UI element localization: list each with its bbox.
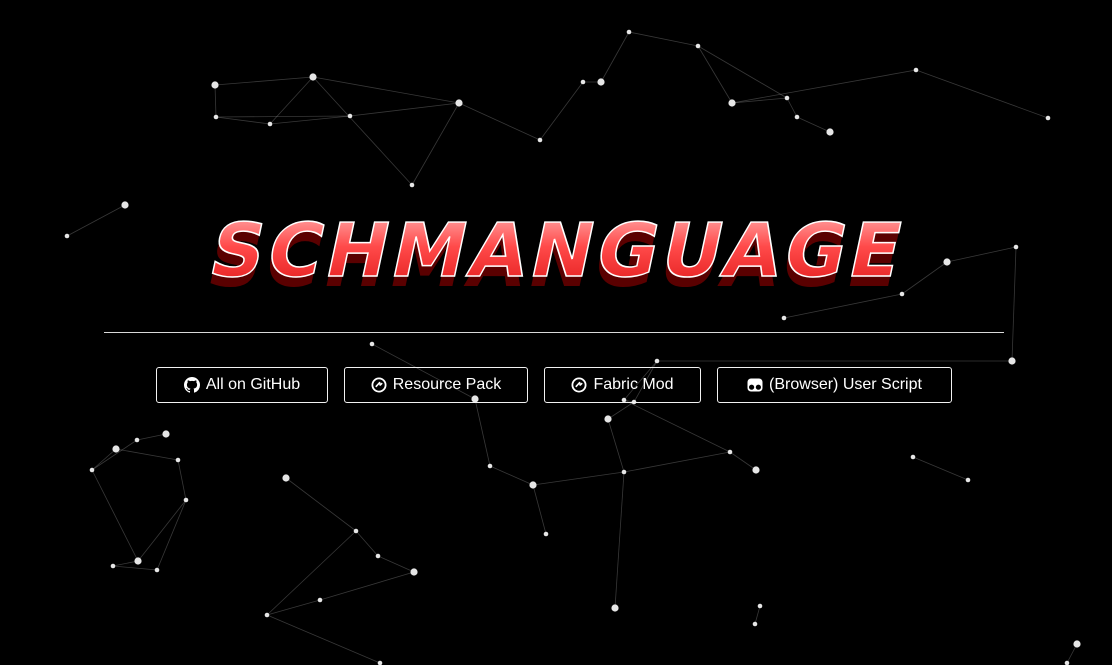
network-node: [183, 497, 189, 503]
user-script-button[interactable]: (Browser) User Script: [717, 367, 952, 403]
network-node: [529, 481, 537, 489]
network-node: [264, 612, 270, 618]
user-script-button-label: (Browser) User Script: [769, 376, 922, 393]
network-node: [309, 73, 317, 81]
network-node: [752, 466, 760, 474]
network-node: [353, 528, 359, 534]
network-node: [626, 29, 632, 35]
network-node: [752, 621, 758, 627]
network-node: [375, 553, 381, 559]
network-node: [154, 567, 160, 573]
network-node: [784, 95, 790, 101]
network-node: [110, 563, 116, 569]
tampermonkey-icon: [747, 378, 763, 392]
network-node: [267, 121, 273, 127]
network-node: [913, 67, 919, 73]
network-node: [89, 467, 95, 473]
divider: [104, 332, 1004, 333]
network-node: [910, 454, 916, 460]
resource-pack-button[interactable]: Resource Pack: [344, 367, 528, 403]
network-node: [162, 430, 170, 438]
network-node: [64, 233, 70, 239]
network-node: [377, 660, 383, 665]
network-node: [409, 182, 415, 188]
network-node: [1073, 640, 1081, 648]
network-node: [369, 341, 375, 347]
fabric-mod-button[interactable]: Fabric Mod: [544, 367, 701, 403]
github-button[interactable]: All on GitHub: [156, 367, 328, 403]
logo-text: SCHMANGUAGE: [202, 208, 912, 294]
network-node: [757, 603, 763, 609]
network-node: [347, 113, 353, 119]
network-node: [728, 99, 736, 107]
network-node: [317, 597, 323, 603]
network-node: [121, 201, 129, 209]
network-node: [1045, 115, 1051, 121]
network-node: [604, 415, 612, 423]
network-node: [175, 457, 181, 463]
network-node: [1013, 244, 1019, 250]
github-button-label: All on GitHub: [205, 376, 301, 393]
schmanguage-logo: SCHMANGUAGE SCHMANGUAGE: [200, 207, 912, 304]
network-node: [134, 437, 140, 443]
network-node: [537, 137, 543, 143]
network-node: [727, 449, 733, 455]
network-node: [1064, 660, 1070, 665]
modrinth-icon: [571, 377, 587, 393]
network-node: [112, 445, 120, 453]
network-node: [213, 114, 219, 120]
modrinth-icon: [371, 377, 387, 393]
fabric-mod-button-label: Fabric Mod: [593, 376, 674, 393]
network-node: [794, 114, 800, 120]
network-node: [487, 463, 493, 469]
network-node: [695, 43, 701, 49]
network-node: [597, 78, 605, 86]
link-buttons: All on GitHub Resource Pack Fabric Mod (…: [0, 367, 1112, 405]
resource-pack-button-label: Resource Pack: [392, 376, 502, 393]
network-node: [455, 99, 463, 107]
network-node: [826, 128, 834, 136]
network-node: [654, 358, 660, 364]
network-node: [543, 531, 549, 537]
network-node: [282, 474, 290, 482]
github-icon: [183, 377, 200, 393]
network-node: [621, 469, 627, 475]
network-node: [611, 604, 619, 612]
network-node: [943, 258, 951, 266]
network-node: [1008, 357, 1016, 365]
network-node: [580, 79, 586, 85]
network-node: [410, 568, 418, 576]
network-node: [211, 81, 219, 89]
network-node: [965, 477, 971, 483]
network-node: [134, 557, 142, 565]
network-node: [781, 315, 787, 321]
